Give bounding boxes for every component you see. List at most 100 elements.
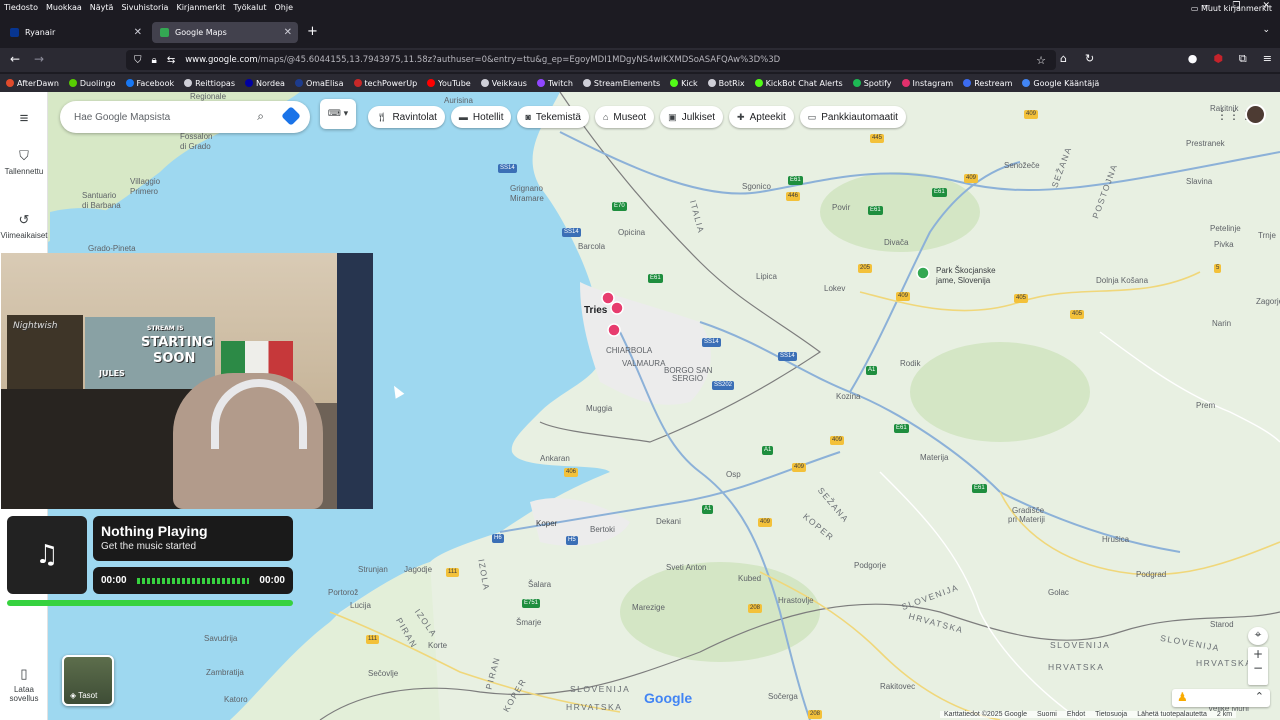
place-label[interactable]: Kubed	[738, 574, 761, 583]
chip-hotellit[interactable]: ▬ Hotellit	[450, 106, 512, 128]
saved-place-marker[interactable]	[601, 291, 615, 305]
place-label[interactable]: Golac	[1048, 588, 1069, 597]
place-label[interactable]: pri Materiji	[1008, 515, 1045, 524]
place-label[interactable]: Regionale	[190, 92, 226, 101]
place-label[interactable]: SLOVENIJA	[1050, 640, 1110, 650]
chip-tekemistä[interactable]: ◙ Tekemistä	[517, 106, 589, 128]
close-tab-icon[interactable]: ✕	[134, 27, 142, 38]
chip-julkiset[interactable]: ▣ Julkiset	[660, 106, 724, 128]
place-label[interactable]: Dekani	[656, 517, 681, 526]
place-label[interactable]: Grado-Pineta	[88, 244, 136, 253]
place-label[interactable]: Lipica	[756, 272, 777, 281]
menu-button[interactable]: ≡	[0, 110, 48, 130]
bookmark-item[interactable]: Reittiopas	[184, 79, 235, 88]
layers-button[interactable]: ◈ Tasot	[62, 655, 114, 706]
place-label[interactable]: Barcola	[578, 242, 605, 251]
footer-link[interactable]: Tietosuoja	[1095, 711, 1127, 718]
bookmark-item[interactable]: Instagram	[901, 79, 953, 88]
home-icon[interactable]: ⌂	[1060, 52, 1067, 65]
place-label[interactable]: Ankaran	[540, 454, 570, 463]
menu-item-0[interactable]: Tiedosto	[4, 3, 38, 12]
tab-list-chevron-icon[interactable]: ⌄	[1262, 25, 1270, 35]
place-label[interactable]: Opicina	[618, 228, 645, 237]
place-label[interactable]: Miramare	[510, 194, 544, 203]
place-label[interactable]: Podgorje	[854, 561, 886, 570]
bookmark-item[interactable]: YouTube	[427, 79, 471, 88]
permissions-icon[interactable]: ⇆	[167, 55, 175, 66]
street-view-strip[interactable]: ♟ ⌃	[1172, 689, 1270, 707]
expand-icon[interactable]: ⌃	[1255, 690, 1264, 703]
place-label[interactable]: jame, Slovenija	[936, 276, 990, 285]
place-label[interactable]: Trnje	[1258, 231, 1276, 240]
input-tools-button[interactable]: ⌨ ▾	[320, 99, 356, 129]
bookmark-item[interactable]: KickBot Chat Alerts	[754, 79, 843, 88]
bookmark-item[interactable]: Facebook	[125, 79, 174, 88]
place-label[interactable]: Katoro	[224, 695, 248, 704]
recent-button[interactable]: ↺ Viimeaikaiset	[0, 212, 48, 240]
place-label[interactable]: Lucija	[350, 601, 371, 610]
bookmark-item[interactable]: Kick	[670, 79, 698, 88]
menu-item-3[interactable]: Sivuhistoria	[121, 3, 168, 12]
place-label[interactable]: Hrastovlje	[778, 596, 814, 605]
pegman-icon[interactable]: ♟	[1177, 690, 1188, 704]
place-label[interactable]: Slavina	[1186, 177, 1212, 186]
place-label[interactable]: Senožeče	[1004, 161, 1040, 170]
place-label[interactable]: Portorož	[328, 588, 358, 597]
place-label[interactable]: di Grado	[180, 142, 211, 151]
place-label[interactable]: Aurisina	[444, 96, 473, 105]
zoom-in-button[interactable]: +	[1248, 647, 1268, 661]
other-bookmarks[interactable]: ▭ Muut kirjanmerkit	[1191, 4, 1272, 13]
back-icon[interactable]: ←	[10, 52, 20, 66]
chip-pankkiautomaatit[interactable]: ▭ Pankkiautomaatit	[799, 106, 906, 128]
chip-museot[interactable]: ⌂ Museot	[594, 106, 655, 128]
saved-place-marker[interactable]	[607, 323, 621, 337]
footer-link[interactable]: 2 km	[1217, 711, 1232, 718]
place-label[interactable]: Povir	[832, 203, 850, 212]
bookmark-item[interactable]: OmaElisa	[294, 79, 344, 88]
place-label[interactable]: VALMAURA	[622, 359, 665, 368]
bookmark-item[interactable]: BotRix	[707, 79, 745, 88]
park-marker[interactable]	[916, 266, 930, 280]
place-label[interactable]: Fossalon	[180, 132, 212, 141]
bookmark-item[interactable]: Twitch	[536, 79, 573, 88]
chip-apteekit[interactable]: ✚ Apteekit	[729, 106, 794, 128]
place-label[interactable]: Rodik	[900, 359, 920, 368]
place-label[interactable]: HRVATSKA	[1048, 662, 1104, 672]
bookmark-item[interactable]: AfterDawn	[6, 79, 59, 88]
place-label[interactable]: Grignano	[510, 184, 543, 193]
bookmark-star-icon[interactable]: ☆	[1036, 54, 1046, 67]
footer-link[interactable]: Lähetä tuotepalautetta	[1137, 711, 1207, 718]
place-label[interactable]: Muggia	[586, 404, 612, 413]
bookmark-item[interactable]: StreamElements	[582, 79, 660, 88]
place-label[interactable]: Tries	[584, 305, 607, 316]
place-label[interactable]: Primero	[130, 187, 158, 196]
bookmark-item[interactable]: Veikkaus	[480, 79, 527, 88]
place-label[interactable]: HRVATSKA	[566, 702, 622, 712]
bookmark-item[interactable]: Nordea	[245, 79, 285, 88]
place-label[interactable]: di Barbana	[82, 201, 121, 210]
place-label[interactable]: Prestranek	[1186, 139, 1225, 148]
place-label[interactable]: Pivka	[1214, 240, 1234, 249]
place-label[interactable]: Materija	[920, 453, 948, 462]
bookmark-item[interactable]: Restream	[963, 79, 1012, 88]
footer-link[interactable]: Ehdot	[1067, 711, 1085, 718]
close-tab-icon[interactable]: ✕	[284, 27, 292, 38]
menu-item-1[interactable]: Muokkaa	[46, 3, 82, 12]
get-app-button[interactable]: ▯ Lataa sovellus	[0, 666, 48, 703]
place-label[interactable]: Kozina	[836, 392, 860, 401]
place-label[interactable]: Šmarje	[516, 618, 541, 627]
search-icon[interactable]: ⌕	[257, 109, 264, 124]
place-label[interactable]: Villaggio	[130, 177, 160, 186]
saved-button[interactable]: ⛉ Tallennettu	[0, 148, 48, 176]
my-location-button[interactable]: ⌖	[1248, 627, 1268, 645]
menu-icon[interactable]: ≡	[1263, 52, 1272, 66]
place-label[interactable]: Dolnja Košana	[1096, 276, 1148, 285]
place-label[interactable]: Osp	[726, 470, 741, 479]
place-label[interactable]: Zambratija	[206, 668, 244, 677]
bookmark-item[interactable]: techPowerUp	[353, 79, 417, 88]
ublock-icon[interactable]: ⬢	[1213, 52, 1223, 66]
place-label[interactable]: SERGIO	[672, 374, 703, 383]
place-label[interactable]: Podgrad	[1136, 570, 1166, 579]
menu-item-6[interactable]: Ohje	[275, 3, 294, 12]
place-label[interactable]: Hrušica	[1102, 535, 1129, 544]
